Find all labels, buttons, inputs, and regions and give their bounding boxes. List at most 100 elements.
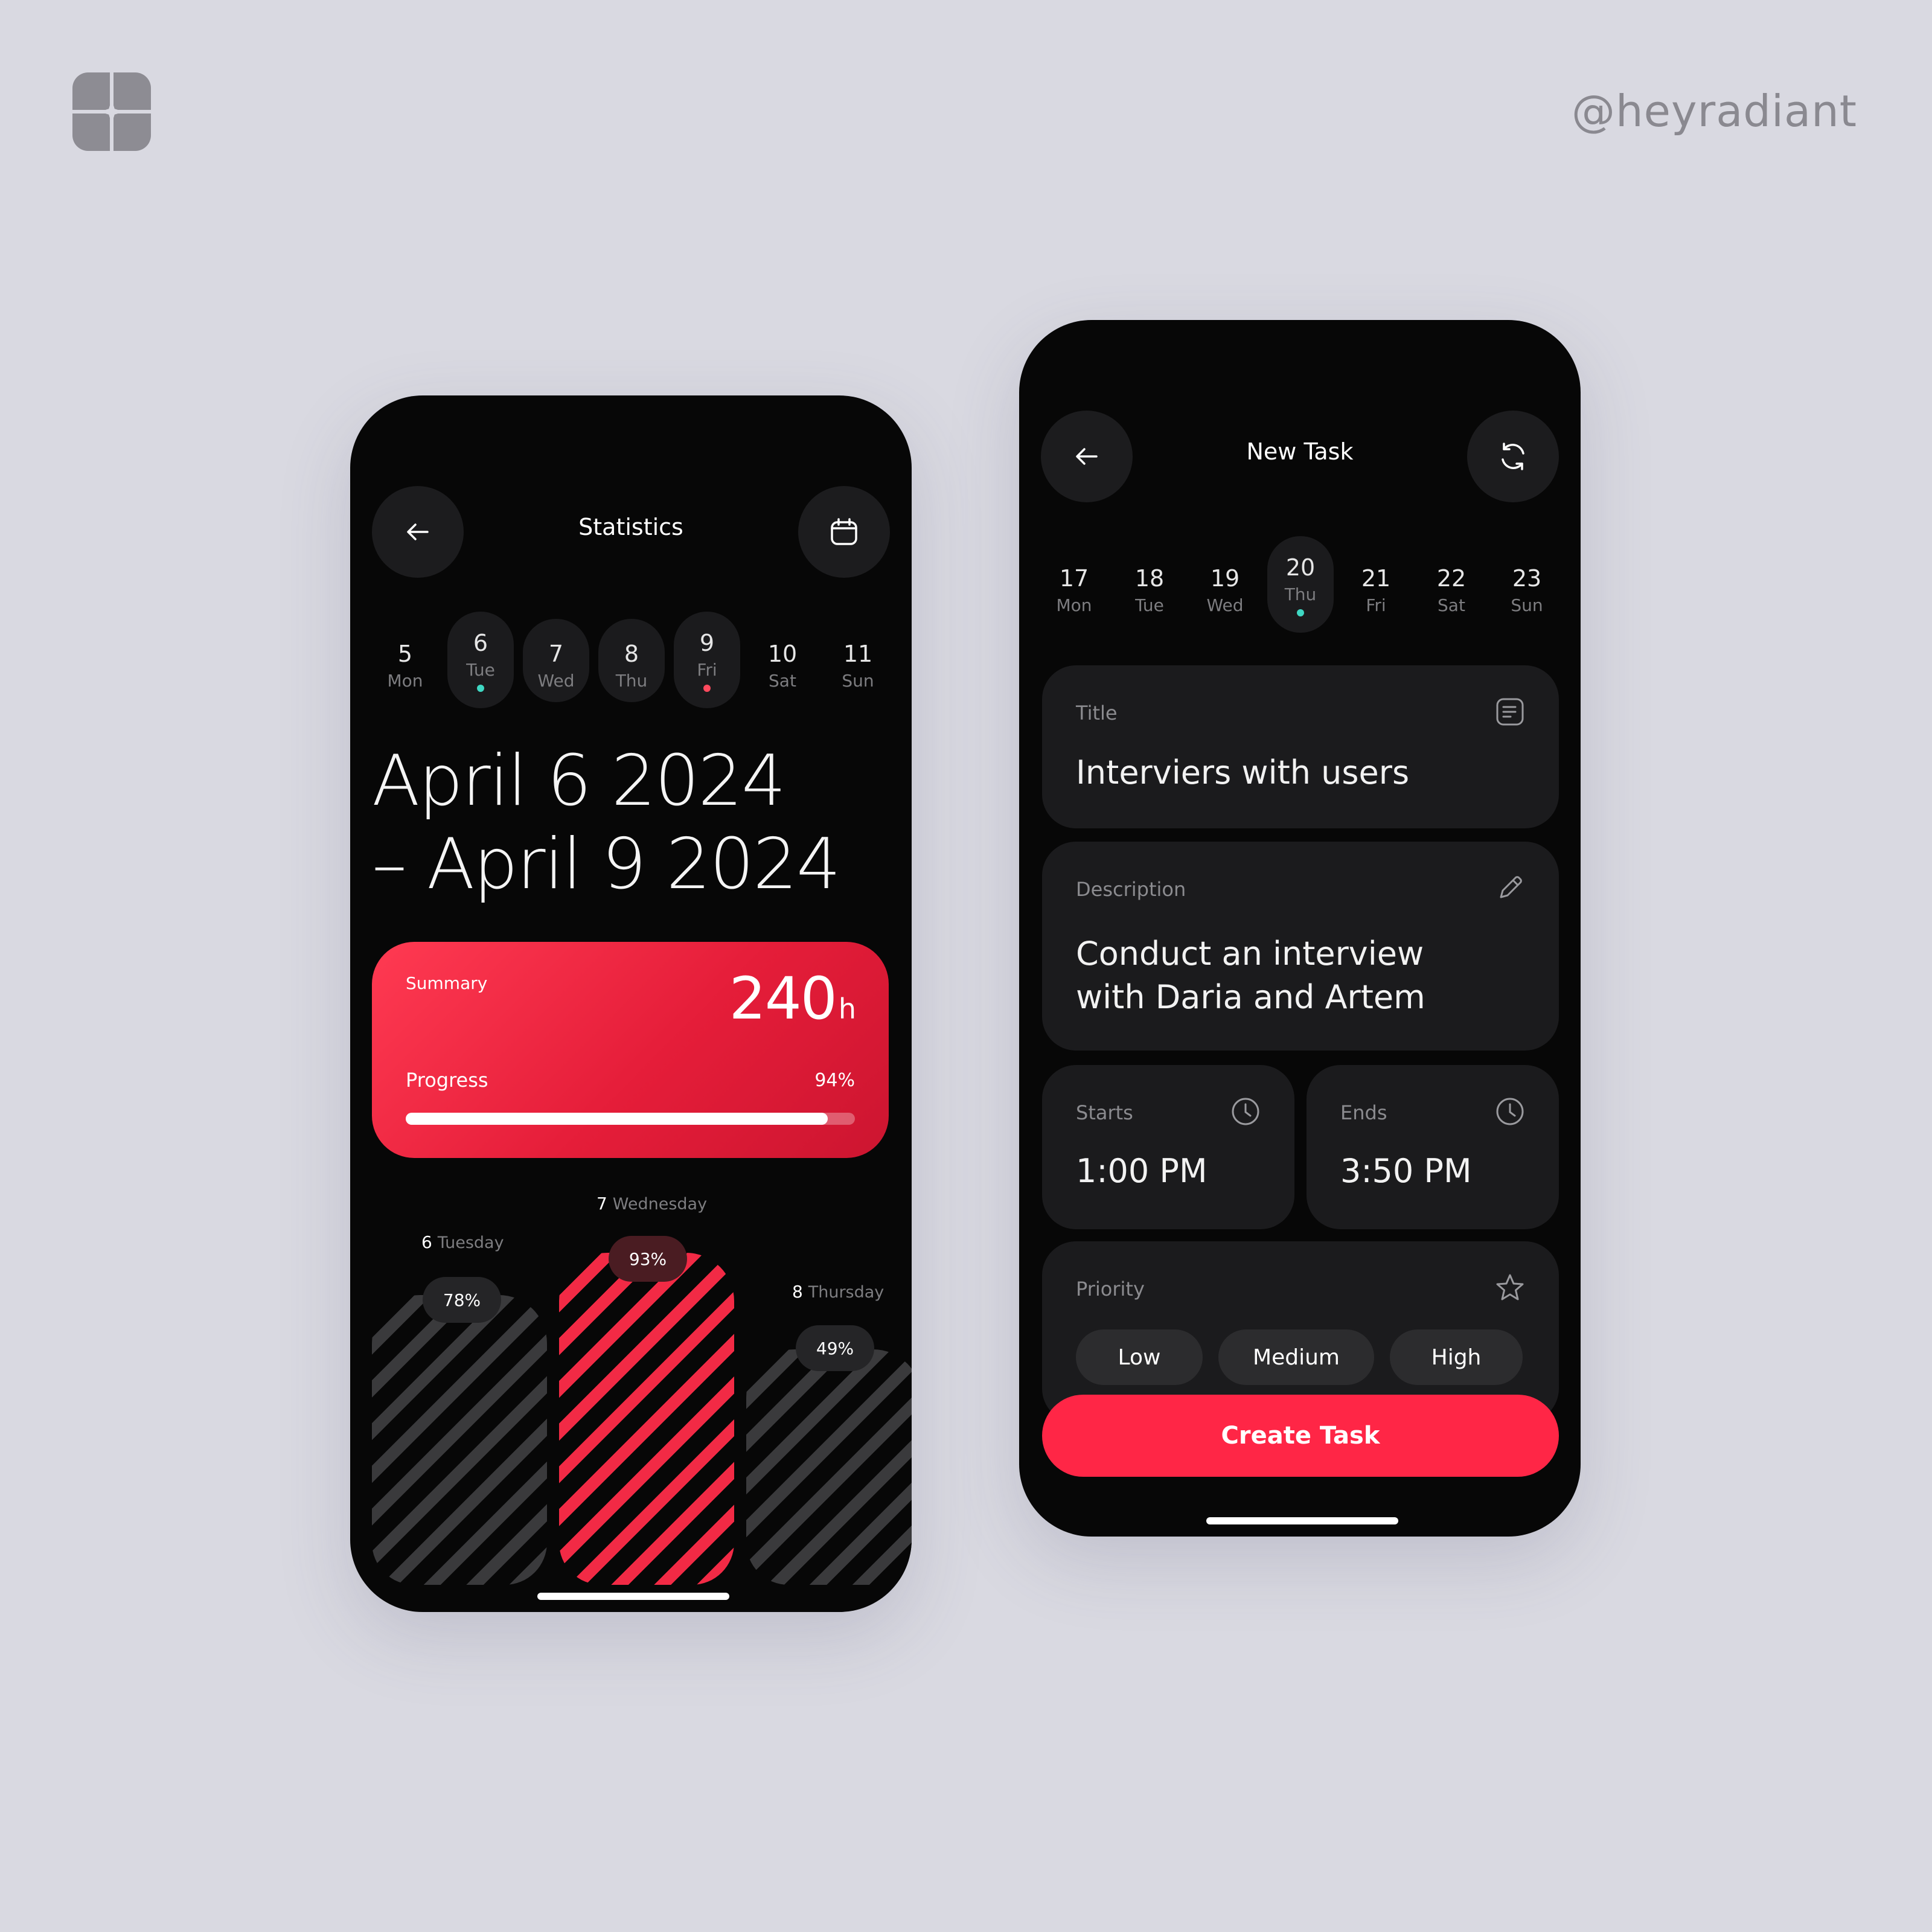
description-line: with Daria and Artem xyxy=(1076,978,1425,1016)
priority-low-chip[interactable]: Low xyxy=(1076,1329,1203,1385)
brand-handle: @heyradiant xyxy=(1572,86,1857,136)
star-icon[interactable] xyxy=(1495,1273,1525,1303)
description-value[interactable]: Conduct an interview with Daria and Arte… xyxy=(1076,932,1425,1019)
summary-label: Summary xyxy=(406,973,488,993)
bar-wednesday[interactable] xyxy=(559,1253,734,1585)
progress-value: 94% xyxy=(814,1070,855,1091)
refresh-icon xyxy=(1502,443,1524,470)
bar-day-name: Wednesday xyxy=(612,1195,708,1214)
bar-label-tuesday: 6 Tuesday xyxy=(421,1232,504,1252)
bar-day-number: 6 xyxy=(421,1232,432,1252)
day-item[interactable]: 19 Wed xyxy=(1192,549,1258,622)
bar-thursday[interactable] xyxy=(746,1349,912,1585)
event-dot xyxy=(1297,609,1304,616)
day-number: 19 xyxy=(1210,565,1240,592)
day-name: Mon xyxy=(387,671,423,691)
day-number: 6 xyxy=(473,630,488,656)
day-item[interactable]: 21 Fri xyxy=(1343,549,1409,622)
day-item[interactable]: 22 Sat xyxy=(1418,549,1485,622)
priority-medium-chip[interactable]: Medium xyxy=(1218,1329,1374,1385)
bar-label-wednesday: 7 Wednesday xyxy=(597,1194,707,1214)
day-number: 8 xyxy=(624,641,639,667)
brand-logo xyxy=(72,72,151,151)
day-item[interactable]: 18 Tue xyxy=(1116,549,1183,622)
progress-bar xyxy=(406,1113,855,1125)
bar-day-name: Thursday xyxy=(808,1283,884,1302)
title-value[interactable]: Interviers with users xyxy=(1076,751,1409,795)
day-name: Sun xyxy=(842,671,874,691)
statistics-screen: Statistics 5 Mon 6 Tue 7 Wed 8 Thu 9 Fri… xyxy=(350,395,912,1612)
day-item[interactable]: 7 Wed xyxy=(523,619,589,702)
day-number: 18 xyxy=(1134,565,1165,592)
day-number: 22 xyxy=(1436,565,1467,592)
ends-field[interactable]: Ends 3:50 PM xyxy=(1307,1065,1559,1229)
field-label: Starts xyxy=(1076,1101,1133,1124)
day-number: 20 xyxy=(1285,554,1316,581)
progress-label: Progress xyxy=(406,1069,488,1092)
home-indicator[interactable] xyxy=(1206,1517,1398,1524)
bar-label-thursday: 8 Thursday xyxy=(792,1282,884,1302)
summary-card[interactable]: Summary 240h Progress 94% xyxy=(372,942,889,1158)
day-number: 5 xyxy=(397,641,413,667)
home-indicator[interactable] xyxy=(537,1593,729,1600)
start-time-value[interactable]: 1:00 PM xyxy=(1076,1150,1208,1193)
day-item[interactable]: 17 Mon xyxy=(1041,549,1107,622)
clock-icon xyxy=(1496,1098,1524,1125)
day-name: Sun xyxy=(1511,595,1543,615)
day-number: 17 xyxy=(1059,565,1089,592)
new-task-screen: New Task 17 Mon 18 Tue 19 Wed 20 Thu 21 … xyxy=(1019,320,1581,1537)
day-name: Wed xyxy=(1206,595,1244,615)
field-label: Ends xyxy=(1340,1101,1387,1124)
bar-percent-badge: 78% xyxy=(423,1277,501,1323)
description-field[interactable]: Description Conduct an interview with Da… xyxy=(1042,842,1559,1051)
day-item[interactable]: 11 Sun xyxy=(825,625,891,697)
priority-high-chip[interactable]: High xyxy=(1390,1329,1523,1385)
calendar-button[interactable] xyxy=(798,486,890,578)
day-name: Sat xyxy=(769,671,796,691)
event-dot xyxy=(703,685,711,692)
day-item[interactable]: 23 Sun xyxy=(1494,549,1560,622)
day-item[interactable]: 8 Thu xyxy=(598,619,665,702)
field-label: Title xyxy=(1076,702,1118,724)
day-name: Mon xyxy=(1056,595,1092,615)
day-name: Tue xyxy=(1135,595,1164,615)
day-number: 21 xyxy=(1361,565,1391,592)
refresh-button[interactable] xyxy=(1467,411,1559,502)
summary-hours-unit: h xyxy=(838,993,856,1025)
note-icon xyxy=(1496,698,1524,726)
day-number: 10 xyxy=(767,641,798,667)
clock-icon xyxy=(1232,1098,1259,1125)
day-item[interactable]: 10 Sat xyxy=(749,625,816,697)
end-time-value[interactable]: 3:50 PM xyxy=(1340,1150,1472,1193)
title-field[interactable]: Title Interviers with users xyxy=(1042,665,1559,828)
date-range-end: – April 9 2024 xyxy=(372,824,841,905)
day-name: Sat xyxy=(1438,595,1465,615)
bar-day-name: Tuesday xyxy=(437,1233,504,1252)
summary-hours-value: 240 xyxy=(729,965,837,1032)
bar-tuesday[interactable] xyxy=(372,1295,547,1585)
day-number: 9 xyxy=(699,630,715,656)
event-dot xyxy=(477,685,484,692)
day-item[interactable]: 20 Thu xyxy=(1267,536,1334,633)
day-number: 7 xyxy=(548,641,564,667)
date-range-start: April 6 2024 xyxy=(372,740,786,822)
day-number: 23 xyxy=(1512,565,1542,592)
starts-field[interactable]: Starts 1:00 PM xyxy=(1042,1065,1294,1229)
pencil-icon xyxy=(1500,876,1522,898)
bar-percent-badge: 93% xyxy=(609,1236,687,1282)
day-name: Fri xyxy=(697,660,717,680)
create-task-button[interactable]: Create Task xyxy=(1042,1395,1559,1477)
bar-day-number: 8 xyxy=(792,1282,803,1302)
progress-bar-fill xyxy=(406,1113,828,1125)
day-name: Tue xyxy=(466,660,495,680)
calendar-icon xyxy=(831,518,857,545)
sparkle-logo-icon xyxy=(100,100,124,124)
day-item[interactable]: 6 Tue xyxy=(447,612,514,708)
bar-percent-badge: 49% xyxy=(796,1325,874,1371)
day-name: Fri xyxy=(1366,595,1386,615)
day-item[interactable]: 9 Fri xyxy=(674,612,740,708)
day-item[interactable]: 5 Mon xyxy=(372,625,438,697)
field-label: Description xyxy=(1076,878,1186,901)
day-name: Thu xyxy=(615,671,648,691)
date-range-heading: April 6 2024 – April 9 2024 xyxy=(372,740,841,906)
